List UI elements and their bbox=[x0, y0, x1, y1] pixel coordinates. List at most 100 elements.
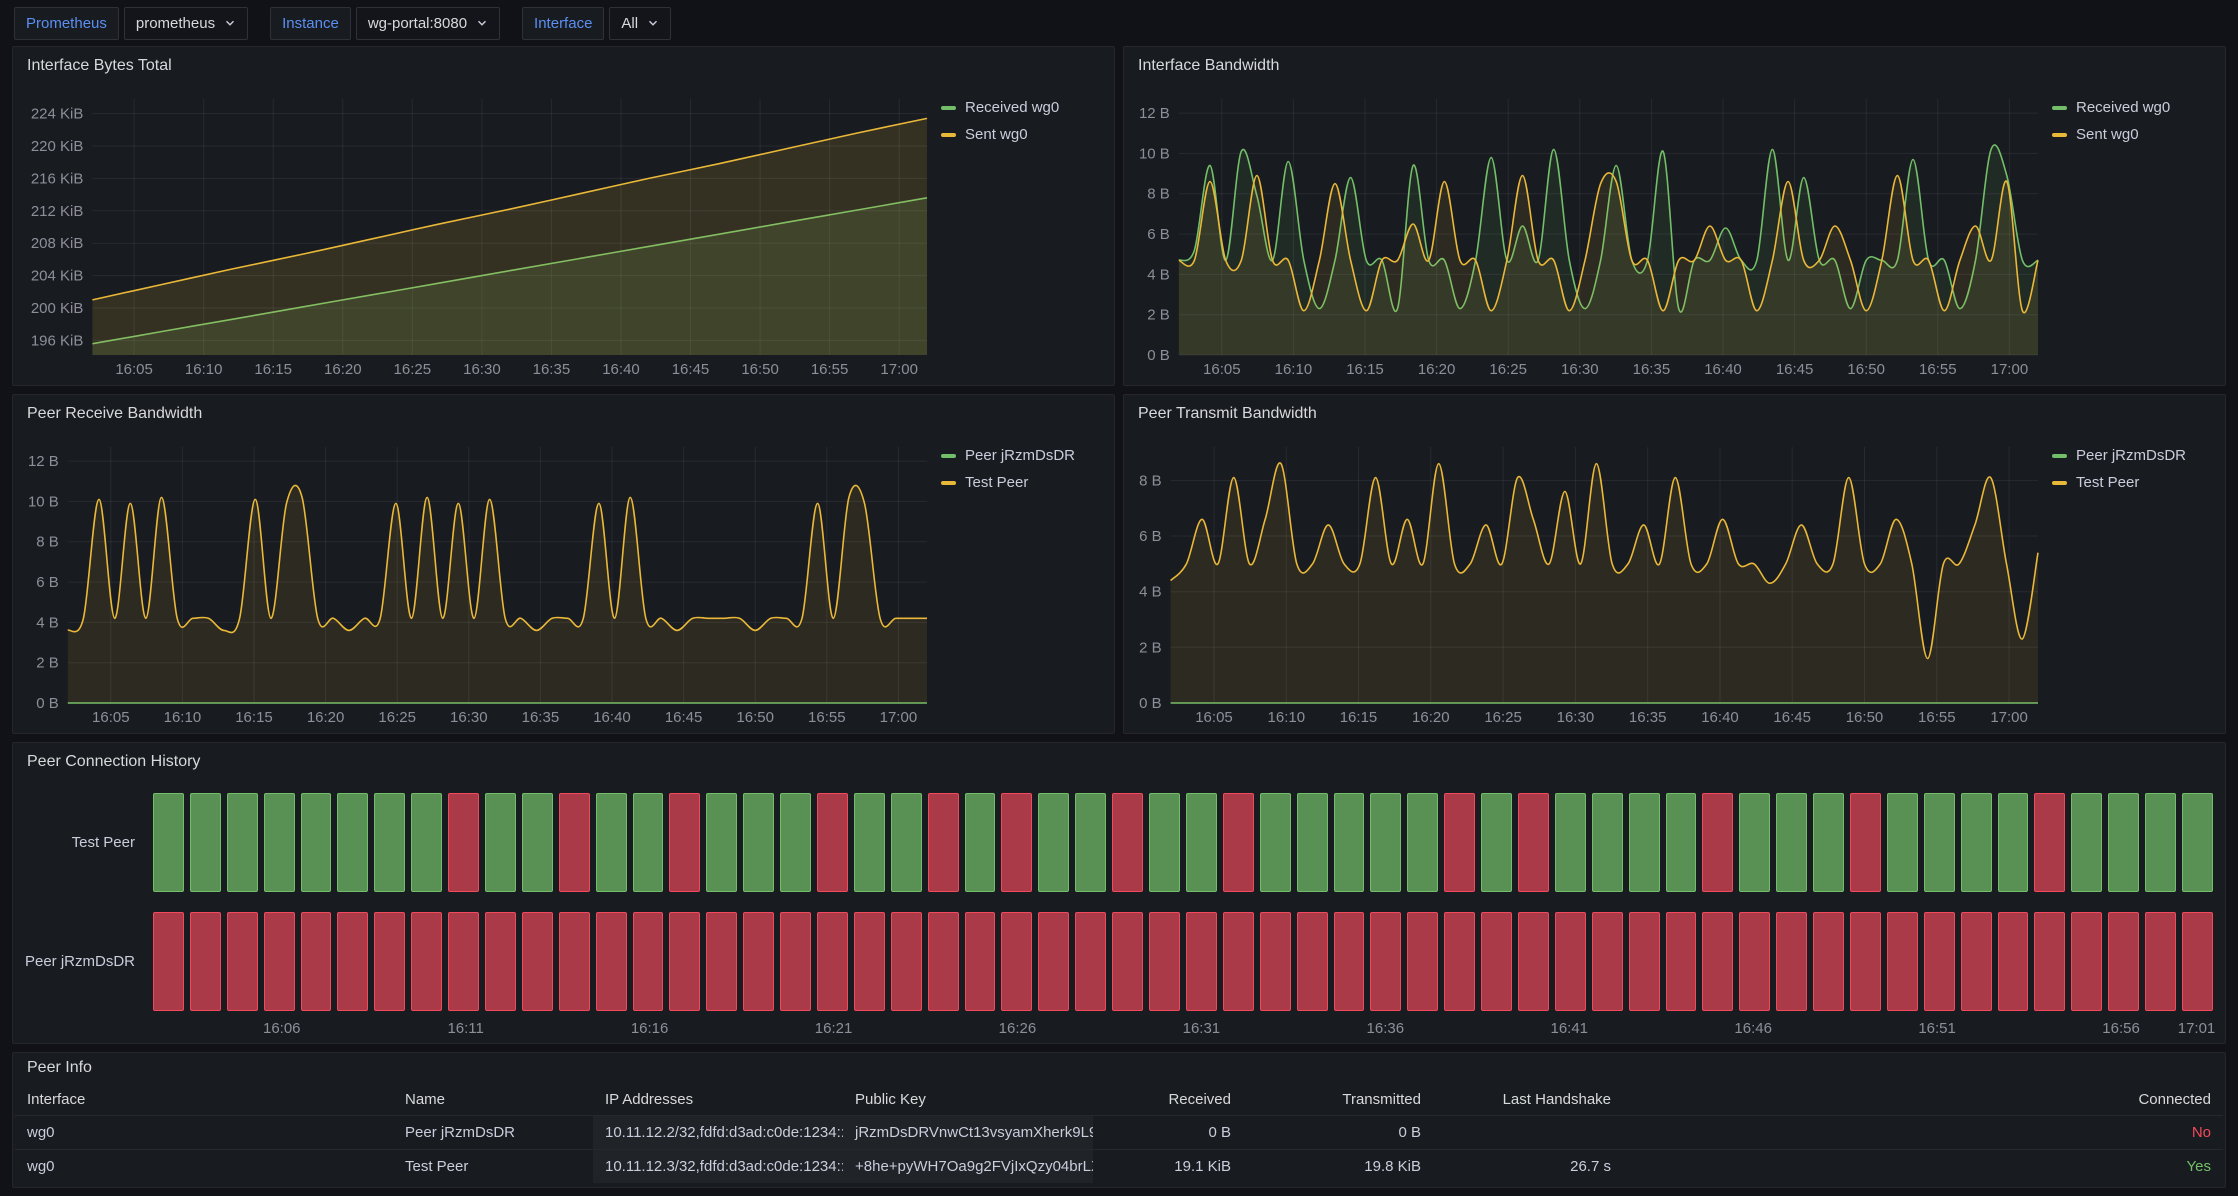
state-cell-connected bbox=[190, 793, 221, 892]
time-series-chart[interactable]: 16:0516:1016:1516:2016:2516:3016:3516:40… bbox=[1132, 85, 2044, 383]
state-cell-disconnected bbox=[1149, 912, 1180, 1011]
variables-toolbar: Prometheus prometheus Instance wg-portal… bbox=[0, 0, 2238, 46]
legend-swatch-icon bbox=[941, 106, 956, 110]
cell-received: 19.1 KiB bbox=[1093, 1150, 1243, 1183]
state-cell-disconnected bbox=[1702, 793, 1733, 892]
y-axis-label: 8 B bbox=[1147, 186, 1170, 203]
panel-body: 16:0516:1016:1516:2016:2516:3016:3516:40… bbox=[1124, 433, 2225, 733]
x-axis-label: 16:25 bbox=[394, 361, 432, 378]
cell-public-key: jRzmDsDRVnwCt13vsyamXherk9L9RhR bbox=[843, 1116, 1093, 1149]
chart-legend: Peer jRzmDsDR Test Peer bbox=[933, 433, 1108, 731]
state-cell-disconnected bbox=[1444, 793, 1475, 892]
column-header-received[interactable]: Received bbox=[1093, 1083, 1243, 1115]
state-cell-disconnected bbox=[559, 912, 590, 1011]
state-cell-connected bbox=[227, 793, 258, 892]
x-axis-label: 16:20 bbox=[307, 709, 345, 726]
state-cell-connected bbox=[1887, 793, 1918, 892]
legend-swatch-icon bbox=[941, 481, 956, 485]
panel-interface-bytes-total: Interface Bytes Total 16:0516:1016:1516:… bbox=[12, 46, 1115, 386]
var-instance-label: Instance bbox=[270, 7, 351, 40]
column-header-ip-addresses[interactable]: IP Addresses bbox=[593, 1083, 843, 1115]
legend-swatch-icon bbox=[2052, 481, 2067, 485]
state-cell-connected bbox=[1629, 793, 1660, 892]
column-header-name[interactable]: Name bbox=[393, 1083, 593, 1115]
series-area-sent-wg0 bbox=[92, 118, 927, 355]
timeline-axis-label: 16:36 bbox=[1367, 1020, 1405, 1037]
time-series-chart[interactable]: 16:0516:1016:1516:2016:2516:3016:3516:40… bbox=[21, 85, 933, 383]
legend-item-test-peer[interactable]: Test Peer bbox=[941, 474, 1104, 491]
timeline-axis-label: 16:46 bbox=[1734, 1020, 1772, 1037]
state-cell-connected bbox=[1776, 793, 1807, 892]
state-cell-disconnected bbox=[1334, 912, 1365, 1011]
state-cell-connected bbox=[706, 793, 737, 892]
chart-svg: 16:0516:1016:1516:2016:2516:3016:3516:40… bbox=[21, 433, 933, 731]
timeline-row-label: Test Peer bbox=[13, 793, 153, 892]
timeline-rows: Test PeerPeer jRzmDsDR bbox=[13, 793, 2213, 1011]
state-cell-disconnected bbox=[1813, 912, 1844, 1011]
x-axis-label: 16:45 bbox=[1773, 709, 1811, 726]
column-header-interface[interactable]: Interface bbox=[15, 1083, 393, 1115]
state-cell-connected bbox=[1998, 793, 2029, 892]
state-cell-connected bbox=[965, 793, 996, 892]
legend-item-peer-jrzmdsdr[interactable]: Peer jRzmDsDR bbox=[941, 447, 1104, 464]
x-axis-label: 16:35 bbox=[522, 709, 560, 726]
var-datasource-picker[interactable]: prometheus bbox=[124, 7, 248, 40]
column-header-transmitted[interactable]: Transmitted bbox=[1243, 1083, 1433, 1115]
x-axis-label: 16:35 bbox=[533, 361, 571, 378]
legend-item-peer-jrzmdsdr[interactable]: Peer jRzmDsDR bbox=[2052, 447, 2215, 464]
x-axis-label: 16:20 bbox=[324, 361, 362, 378]
column-header-connected[interactable]: Connected bbox=[1623, 1083, 2223, 1115]
state-cell-connected bbox=[1149, 793, 1180, 892]
x-axis-label: 16:30 bbox=[1557, 709, 1595, 726]
y-axis-label: 2 B bbox=[36, 655, 59, 672]
column-header-public-key[interactable]: Public Key bbox=[843, 1083, 1093, 1115]
y-axis-label: 4 B bbox=[1139, 584, 1162, 601]
legend-item-received-wg0[interactable]: Received wg0 bbox=[2052, 99, 2215, 116]
legend-item-test-peer[interactable]: Test Peer bbox=[2052, 474, 2215, 491]
var-datasource-label: Prometheus bbox=[14, 7, 119, 40]
x-axis-label: 16:40 bbox=[1704, 361, 1742, 378]
state-cell-disconnected bbox=[1998, 912, 2029, 1011]
peer-info-table: InterfaceNameIP AddressesPublic KeyRecei… bbox=[13, 1083, 2225, 1187]
var-instance-picker[interactable]: wg-portal:8080 bbox=[356, 7, 500, 40]
panel-title[interactable]: Peer Transmit Bandwidth bbox=[1138, 405, 1317, 423]
state-cell-disconnected bbox=[1075, 912, 1106, 1011]
state-cell-disconnected bbox=[1776, 912, 1807, 1011]
state-cell-connected bbox=[301, 793, 332, 892]
legend-label: Peer jRzmDsDR bbox=[2076, 447, 2186, 464]
y-axis-label: 10 B bbox=[28, 493, 59, 510]
panel-title[interactable]: Interface Bandwidth bbox=[1138, 57, 1279, 75]
cell-public-key: +8he+pyWH7Oa9g2FVjIxQzy04brLX+D bbox=[843, 1150, 1093, 1183]
state-cell-disconnected bbox=[2182, 912, 2213, 1011]
var-interface-picker[interactable]: All bbox=[609, 7, 671, 40]
time-series-chart[interactable]: 16:0516:1016:1516:2016:2516:3016:3516:40… bbox=[21, 433, 933, 731]
state-cell-connected bbox=[2071, 793, 2102, 892]
state-cell-disconnected bbox=[780, 912, 811, 1011]
panel-title[interactable]: Peer Connection History bbox=[27, 753, 200, 771]
state-cell-disconnected bbox=[817, 793, 848, 892]
state-cell-disconnected bbox=[1666, 912, 1697, 1011]
timeline-axis-label: 16:26 bbox=[999, 1020, 1037, 1037]
state-cell-disconnected bbox=[1112, 793, 1143, 892]
y-axis-label: 224 KiB bbox=[31, 106, 84, 123]
chart-legend: Received wg0 Sent wg0 bbox=[933, 85, 1108, 383]
x-axis-label: 16:30 bbox=[463, 361, 501, 378]
timeline-axis-label: 17:01 bbox=[2178, 1020, 2216, 1037]
state-cell-connected bbox=[1592, 793, 1623, 892]
state-cell-connected bbox=[633, 793, 664, 892]
panel-title[interactable]: Peer Receive Bandwidth bbox=[27, 405, 202, 423]
timeline-cells bbox=[153, 793, 2213, 892]
cell-ip-addresses: 10.11.12.2/32,fdfd:d3ad:c0de:1234::1/128 bbox=[593, 1116, 843, 1149]
x-axis-label: 16:05 bbox=[115, 361, 153, 378]
legend-item-sent-wg0[interactable]: Sent wg0 bbox=[941, 126, 1104, 143]
y-axis-label: 212 KiB bbox=[31, 203, 84, 220]
timeline-axis-label: 16:56 bbox=[2102, 1020, 2140, 1037]
cell-received: 0 B bbox=[1093, 1116, 1243, 1149]
panel-title[interactable]: Interface Bytes Total bbox=[27, 57, 172, 75]
y-axis-label: 12 B bbox=[28, 453, 59, 470]
legend-item-sent-wg0[interactable]: Sent wg0 bbox=[2052, 126, 2215, 143]
legend-item-received-wg0[interactable]: Received wg0 bbox=[941, 99, 1104, 116]
column-header-last-handshake[interactable]: Last Handshake bbox=[1433, 1083, 1623, 1115]
time-series-chart[interactable]: 16:0516:1016:1516:2016:2516:3016:3516:40… bbox=[1132, 433, 2044, 731]
panel-title[interactable]: Peer Info bbox=[27, 1059, 92, 1077]
